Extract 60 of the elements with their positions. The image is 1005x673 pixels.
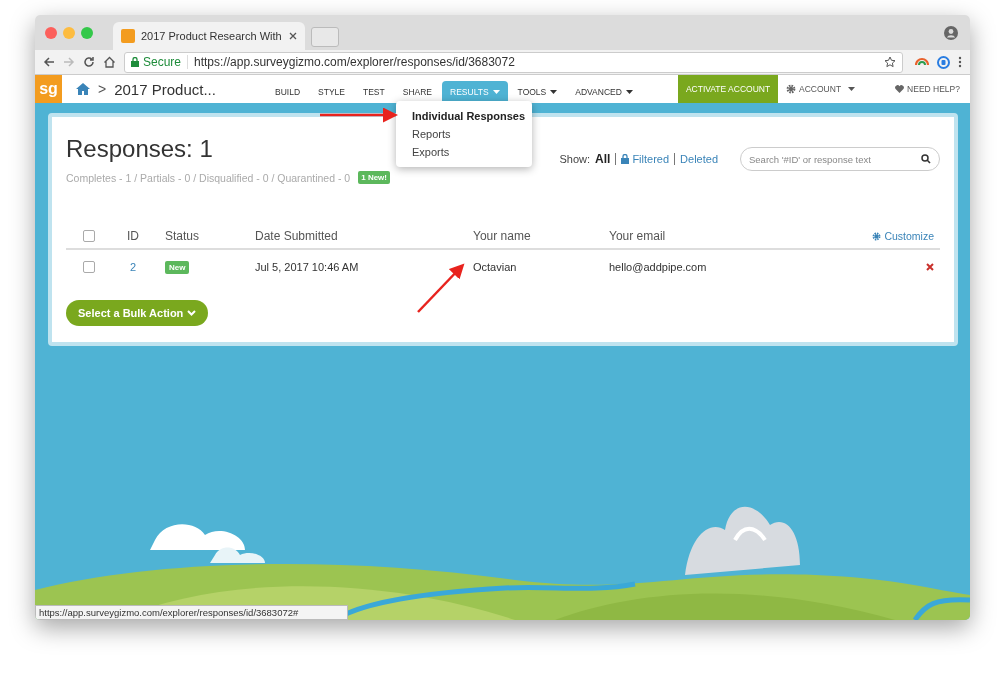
url-text: https://app.surveygizmo.com/explorer/responses/id/3683072 <box>194 55 516 69</box>
response-id-link[interactable]: 2 <box>116 250 150 284</box>
search-field[interactable]: Search '#ID' or response text <box>740 147 940 171</box>
responses-title: Responses: 1 <box>66 135 214 163</box>
status-bar-url: https://app.surveygizmo.com/explorer/responses/id/3683072# <box>35 605 348 620</box>
extension-icon[interactable] <box>915 57 929 67</box>
chevron-down-icon <box>187 310 197 316</box>
filter-link[interactable]: All <box>595 152 611 166</box>
star-icon[interactable] <box>884 56 896 68</box>
show-label: Show: <box>559 153 591 165</box>
menu-item[interactable]: Exports <box>396 143 532 161</box>
settings-icon <box>786 84 797 94</box>
lock-icon <box>131 57 139 67</box>
menu-item[interactable]: Reports <box>396 125 532 143</box>
annotation-arrow <box>417 263 465 313</box>
filter-link[interactable]: Deleted <box>680 153 718 165</box>
table-cell-text: Jul 5, 2017 10:46 AM <box>254 260 360 275</box>
site-logo-icon <box>121 29 135 43</box>
table-cell-text: hello@addpipe.com <box>608 260 708 275</box>
profile-icon[interactable] <box>944 25 958 40</box>
search-icon[interactable] <box>921 154 931 164</box>
row-checkbox[interactable] <box>83 261 95 273</box>
account-menu[interactable]: ACCOUNT <box>778 75 864 103</box>
address-bar[interactable]: Secure https://app.surveygizmo.com/explorer/responses/id/3683072 <box>124 51 903 73</box>
column-header: Date Submitted <box>240 224 458 250</box>
customize-link[interactable]: Customize <box>857 224 940 250</box>
column-header: Your email <box>594 224 858 250</box>
table-cell-text: Octavian <box>472 260 518 275</box>
column-header: Your name <box>458 224 594 250</box>
browser-tab[interactable]: 2017 Product Research With <box>113 22 305 50</box>
nav-tab[interactable]: TEST <box>355 81 393 103</box>
home-icon[interactable] <box>76 83 90 95</box>
status-badge: New <box>165 260 190 274</box>
survey-title[interactable]: 2017 Product... <box>114 80 216 98</box>
close-icon[interactable] <box>289 32 297 40</box>
reload-icon[interactable] <box>83 56 95 68</box>
security-label: Secure <box>143 55 182 69</box>
new-badge: 1 New! <box>358 171 390 184</box>
nav-tab[interactable]: BUILD <box>267 81 309 103</box>
close-window-button[interactable] <box>45 26 57 39</box>
nav-tab[interactable]: ADVANCED <box>567 81 641 103</box>
heart-icon <box>895 85 905 93</box>
help-link[interactable]: NEED HELP? <box>887 75 970 103</box>
menu-item[interactable]: Individual Responses <box>396 107 532 125</box>
back-icon[interactable] <box>43 56 55 68</box>
column-header: Status <box>150 224 240 250</box>
breadcrumb-separator: > <box>98 81 107 97</box>
home-icon[interactable] <box>103 56 116 68</box>
settings-icon <box>872 231 882 241</box>
column-header: ID <box>116 224 150 250</box>
caret-icon <box>848 87 856 91</box>
filter-link[interactable]: Filtered <box>621 153 670 165</box>
select-all-checkbox[interactable] <box>83 230 95 242</box>
extension-icon[interactable] <box>937 55 950 69</box>
nav-tab[interactable]: SHARE <box>394 81 440 103</box>
delete-icon[interactable] <box>926 263 934 271</box>
response-summary: Completes - 1 / Partials - 0 / Disqualified - 0 / Quarantined - 0 <box>66 171 351 184</box>
nav-tab[interactable]: TOOLS <box>509 81 566 103</box>
nav-tab[interactable]: STYLE <box>310 81 353 103</box>
menu-icon[interactable] <box>958 56 962 68</box>
